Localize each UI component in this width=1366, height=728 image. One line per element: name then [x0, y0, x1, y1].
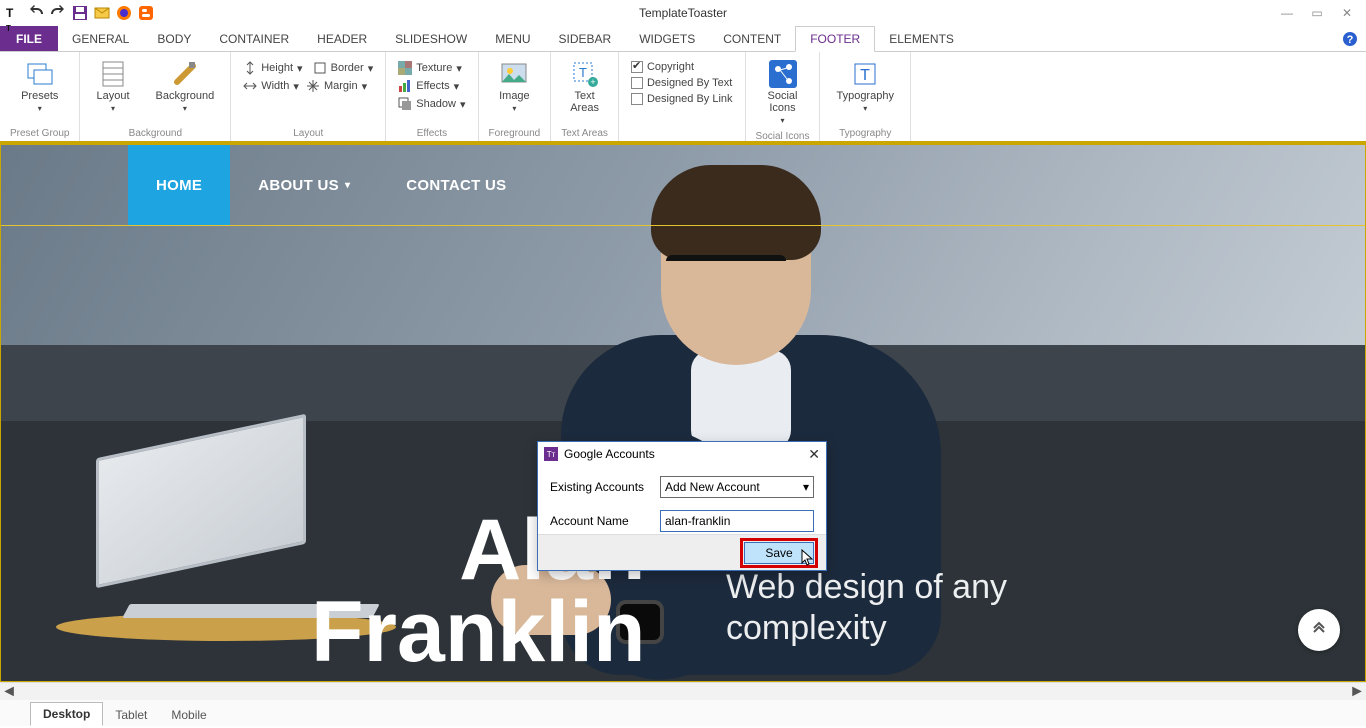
group-copyright: Copyright Designed By Text Designed By L…: [619, 52, 746, 141]
mail-icon[interactable]: [94, 5, 110, 21]
tab-footer[interactable]: FOOTER: [795, 26, 875, 52]
app-icon: TT: [6, 5, 22, 21]
save-highlight: Save: [740, 538, 818, 568]
account-name-input[interactable]: alan-franklin: [660, 510, 814, 532]
nav-contact[interactable]: CONTACT US: [378, 145, 534, 225]
checkbox-icon: [631, 77, 643, 89]
height-button[interactable]: Height ▾ Border ▾: [241, 60, 375, 76]
hero-subtitle: Web design of any complexity: [726, 567, 1086, 649]
presets-button[interactable]: Presets▾: [15, 56, 64, 117]
view-tablet[interactable]: Tablet: [103, 704, 159, 726]
tab-menu[interactable]: MENU: [481, 26, 544, 51]
image-button[interactable]: Image▾: [493, 56, 536, 117]
ribbon: Presets▾ Preset Group Layout▾ Background…: [0, 52, 1366, 144]
horizontal-scrollbar[interactable]: ◄►: [0, 682, 1366, 700]
help-button[interactable]: ?: [1342, 26, 1358, 51]
maximize-button[interactable]: ▭: [1302, 2, 1332, 24]
texture-button[interactable]: Texture ▾: [396, 60, 467, 76]
design-canvas[interactable]: HOME ABOUT US▾ CONTACT US Alan Franklin …: [0, 144, 1366, 682]
firefox-icon[interactable]: [116, 5, 132, 21]
scroll-left-icon[interactable]: ◄: [0, 683, 18, 701]
scroll-right-icon[interactable]: ►: [1348, 683, 1366, 701]
ribbon-tabs: FILE GENERAL BODY CONTAINER HEADER SLIDE…: [0, 26, 1366, 52]
selection-guide: [1, 225, 1365, 226]
svg-text:T: T: [579, 65, 587, 80]
copyright-check[interactable]: Copyright: [629, 60, 735, 74]
checkbox-icon: [631, 93, 643, 105]
view-mobile[interactable]: Mobile: [159, 704, 218, 726]
redo-icon[interactable]: [50, 5, 66, 21]
minimize-button[interactable]: ―: [1272, 2, 1302, 24]
social-icons-button[interactable]: Social Icons▾: [762, 56, 804, 129]
group-social: Social Icons▾ Social Icons: [746, 52, 821, 141]
dialog-title: Google Accounts: [564, 447, 655, 461]
save-button[interactable]: Save: [744, 542, 814, 564]
border-button[interactable]: Border: [331, 62, 364, 74]
blogger-icon[interactable]: [138, 5, 154, 21]
effects-button[interactable]: Effects ▾: [396, 78, 467, 94]
scroll-top-button[interactable]: [1298, 609, 1340, 651]
google-accounts-dialog: Tᴛ Google Accounts ✕ Existing Accounts A…: [537, 441, 827, 571]
existing-accounts-select[interactable]: Add New Account▾: [660, 476, 814, 498]
nav-about[interactable]: ABOUT US▾: [230, 145, 378, 225]
dialog-close-button[interactable]: ✕: [808, 446, 820, 463]
group-textareas: T+Text Areas Text Areas: [551, 52, 619, 141]
tab-container[interactable]: CONTAINER: [205, 26, 303, 51]
svg-text:T: T: [860, 67, 870, 84]
group-layout: Height ▾ Border ▾ Width ▾ Margin ▾ Layou…: [231, 52, 386, 141]
group-preset: Presets▾ Preset Group: [0, 52, 80, 141]
chevron-down-icon: ▾: [803, 480, 809, 494]
tab-elements[interactable]: ELEMENTS: [875, 26, 968, 51]
save-icon[interactable]: [72, 5, 88, 21]
title-bar: TT TemplateToaster ― ▭ ✕: [0, 0, 1366, 26]
tab-content[interactable]: CONTENT: [709, 26, 795, 51]
chevron-down-icon: ▾: [345, 180, 350, 191]
svg-text:+: +: [590, 77, 595, 87]
close-button[interactable]: ✕: [1332, 2, 1362, 24]
textareas-button[interactable]: T+Text Areas: [564, 56, 605, 118]
view-desktop[interactable]: Desktop: [30, 702, 103, 726]
app-small-icon: Tᴛ: [544, 447, 558, 461]
dialog-titlebar[interactable]: Tᴛ Google Accounts ✕: [538, 442, 826, 466]
window-controls: ― ▭ ✕: [1272, 2, 1366, 24]
app-title: TemplateToaster: [639, 6, 727, 20]
layout-button[interactable]: Layout▾: [90, 56, 135, 117]
account-name-label: Account Name: [550, 514, 660, 528]
group-effects: Texture ▾ Effects ▾ Shadow ▾ Effects: [386, 52, 478, 141]
tab-general[interactable]: GENERAL: [58, 26, 143, 51]
nav-home[interactable]: HOME: [128, 145, 230, 225]
group-typography: TTypography▾ Typography: [820, 52, 910, 141]
tab-widgets[interactable]: WIDGETS: [625, 26, 709, 51]
svg-text:?: ?: [1347, 34, 1354, 46]
designed-by-link-check[interactable]: Designed By Link: [629, 92, 735, 106]
cursor-icon: [801, 549, 815, 567]
shadow-button[interactable]: Shadow ▾: [396, 96, 467, 112]
site-nav: HOME ABOUT US▾ CONTACT US: [1, 145, 1365, 225]
tab-header[interactable]: HEADER: [303, 26, 381, 51]
tab-sidebar[interactable]: SIDEBAR: [545, 26, 626, 51]
typography-button[interactable]: TTypography▾: [830, 56, 899, 117]
margin-button[interactable]: Margin: [324, 80, 358, 92]
dialog-footer: Save: [538, 534, 826, 570]
view-tabs: Desktop Tablet Mobile: [0, 700, 1366, 726]
group-foreground: Image▾ Foreground: [479, 52, 552, 141]
width-button[interactable]: Width ▾ Margin ▾: [241, 78, 375, 94]
checkbox-icon: [631, 61, 643, 73]
undo-icon[interactable]: [28, 5, 44, 21]
tab-slideshow[interactable]: SLIDESHOW: [381, 26, 481, 51]
designed-by-text-check[interactable]: Designed By Text: [629, 76, 735, 90]
background-button[interactable]: Background▾: [150, 56, 221, 117]
group-background: Layout▾ Background▾ Background: [80, 52, 231, 141]
quick-access-toolbar: TT: [0, 5, 154, 21]
tab-body[interactable]: BODY: [143, 26, 205, 51]
existing-accounts-label: Existing Accounts: [550, 480, 660, 494]
